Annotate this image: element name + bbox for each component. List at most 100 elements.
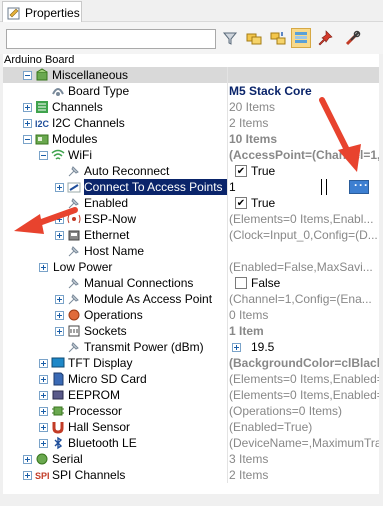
expand-icon[interactable] <box>55 327 64 336</box>
tab-strip: Properties <box>0 0 383 23</box>
property-name: Ethernet <box>84 228 130 242</box>
property-value: (Elements=0 Items,Enabled=... <box>229 372 379 386</box>
property-row[interactable]: Enabled ✔ True <box>3 195 379 211</box>
column-divider <box>227 307 228 323</box>
column-divider <box>227 163 228 179</box>
pin-icon <box>67 244 81 258</box>
property-value: (AccessPoint=(Channel=1, <box>229 148 379 162</box>
property-row[interactable]: Modules 10 Items <box>3 131 379 147</box>
expand-icon[interactable] <box>39 263 48 272</box>
property-name: Low Power <box>53 260 113 274</box>
column-divider <box>227 339 228 355</box>
expand-icon[interactable] <box>39 375 48 384</box>
property-value: (Elements=0 Items,Enabled=... <box>229 388 379 402</box>
property-row[interactable]: Manual Connections False <box>3 275 379 291</box>
ethernet-icon <box>67 228 81 242</box>
property-name: Modules <box>52 132 98 146</box>
expand-icon[interactable] <box>23 471 32 480</box>
property-value <box>229 243 379 259</box>
checkbox[interactable] <box>235 277 247 289</box>
property-name: Sockets <box>84 324 127 338</box>
board-icon <box>51 84 65 98</box>
property-name: SPI Channels <box>52 468 126 482</box>
property-row[interactable]: Operations 0 Items <box>3 307 379 323</box>
search-input[interactable] <box>6 29 216 49</box>
column-divider <box>227 291 228 307</box>
tab-label: Properties <box>25 5 80 20</box>
expand-icon[interactable] <box>23 119 32 128</box>
pin-icon <box>67 276 81 290</box>
property-row[interactable]: TFT Display (BackgroundColor=clBlack,... <box>3 355 379 371</box>
property-row[interactable]: Sockets 1 Item <box>3 323 379 339</box>
property-row[interactable]: Bluetooth LE (DeviceName=,MaximumTra... <box>3 435 379 451</box>
operations-icon <box>67 308 81 322</box>
property-row[interactable]: Processor (Operations=0 Items) <box>3 403 379 419</box>
property-row[interactable]: Connect To Access Points 1 <box>3 178 379 195</box>
property-name: Miscellaneous <box>52 68 129 82</box>
pin-icon <box>67 196 81 210</box>
property-row[interactable]: Auto Reconnect ✔ True <box>3 163 379 179</box>
expand-icon[interactable] <box>39 439 48 448</box>
magnet-icon <box>51 420 65 434</box>
property-row[interactable]: Micro SD Card (Elements=0 Items,Enabled=.… <box>3 371 379 387</box>
property-name: TFT Display <box>68 356 133 370</box>
filter-button[interactable] <box>220 28 240 48</box>
folders-icon <box>246 33 262 45</box>
property-row[interactable]: SPI SPI Channels 2 Items <box>3 467 379 483</box>
property-row[interactable]: Serial 3 Items <box>3 451 379 467</box>
expand-icon[interactable] <box>232 343 241 352</box>
column-divider <box>227 259 228 275</box>
property-grid: Arduino Board Miscellaneous Board Type M5 … <box>3 54 379 494</box>
property-row[interactable]: Module As Access Point (Channel=1,Config=… <box>3 291 379 307</box>
expand-all-button[interactable] <box>244 28 264 48</box>
collapse-icon[interactable] <box>39 151 48 160</box>
expand-icon[interactable] <box>39 391 48 400</box>
checkbox[interactable]: ✔ <box>235 197 247 209</box>
expand-icon[interactable] <box>55 311 64 320</box>
property-row[interactable]: Ethernet (Clock=Input_0,Config=(D... <box>3 227 379 243</box>
property-row[interactable]: Host Name <box>3 243 379 259</box>
column-divider <box>227 451 228 467</box>
collapse-all-button[interactable] <box>268 28 288 48</box>
pin-button[interactable] <box>315 28 335 48</box>
expand-icon[interactable] <box>55 183 64 192</box>
tab-properties[interactable]: Properties <box>2 1 82 23</box>
property-name: Transmit Power (dBm) <box>84 340 204 354</box>
filter-icon <box>222 32 238 45</box>
column-divider <box>227 403 228 419</box>
column-divider <box>227 211 228 227</box>
property-row[interactable]: Low Power (Enabled=False,MaxSavi... <box>3 259 379 275</box>
column-divider <box>227 435 228 451</box>
edit-ellipsis-button[interactable] <box>349 178 369 194</box>
collapse-icon[interactable] <box>23 71 32 80</box>
property-name: WiFi <box>68 148 92 162</box>
toolbar <box>0 22 383 54</box>
expand-icon[interactable] <box>23 455 32 464</box>
expand-icon[interactable] <box>39 359 48 368</box>
property-row[interactable]: WiFi (AccessPoint=(Channel=1, <box>3 147 379 163</box>
tools-button[interactable] <box>343 28 363 48</box>
column-divider <box>227 467 228 483</box>
property-row[interactable]: Transmit Power (dBm) 19.5 <box>3 339 379 355</box>
expand-icon[interactable] <box>55 231 64 240</box>
property-row[interactable]: Board Type M5 Stack Core <box>3 83 379 99</box>
property-row[interactable]: ESP-Now (Elements=0 Items,Enabl... <box>3 211 379 227</box>
collapse-icon[interactable] <box>23 135 32 144</box>
footer <box>0 494 383 506</box>
property-row[interactable]: Hall Sensor (Enabled=True) <box>3 419 379 435</box>
pushpin-icon <box>318 30 333 46</box>
property-value: True <box>251 164 276 178</box>
property-row[interactable]: Miscellaneous <box>3 67 379 83</box>
expand-icon[interactable] <box>55 215 64 224</box>
expand-icon[interactable] <box>39 423 48 432</box>
expand-icon[interactable] <box>39 407 48 416</box>
property-row[interactable]: I2C I2C Channels 2 Items <box>3 115 379 131</box>
expand-icon[interactable] <box>23 103 32 112</box>
folders-sort-icon <box>270 32 286 45</box>
property-row[interactable]: EEPROM (Elements=0 Items,Enabled=... <box>3 387 379 403</box>
categorized-view-button[interactable] <box>291 28 311 48</box>
column-divider <box>227 323 228 339</box>
checkbox[interactable]: ✔ <box>235 165 247 177</box>
property-row[interactable]: Channels 20 Items <box>3 99 379 115</box>
expand-icon[interactable] <box>55 295 64 304</box>
